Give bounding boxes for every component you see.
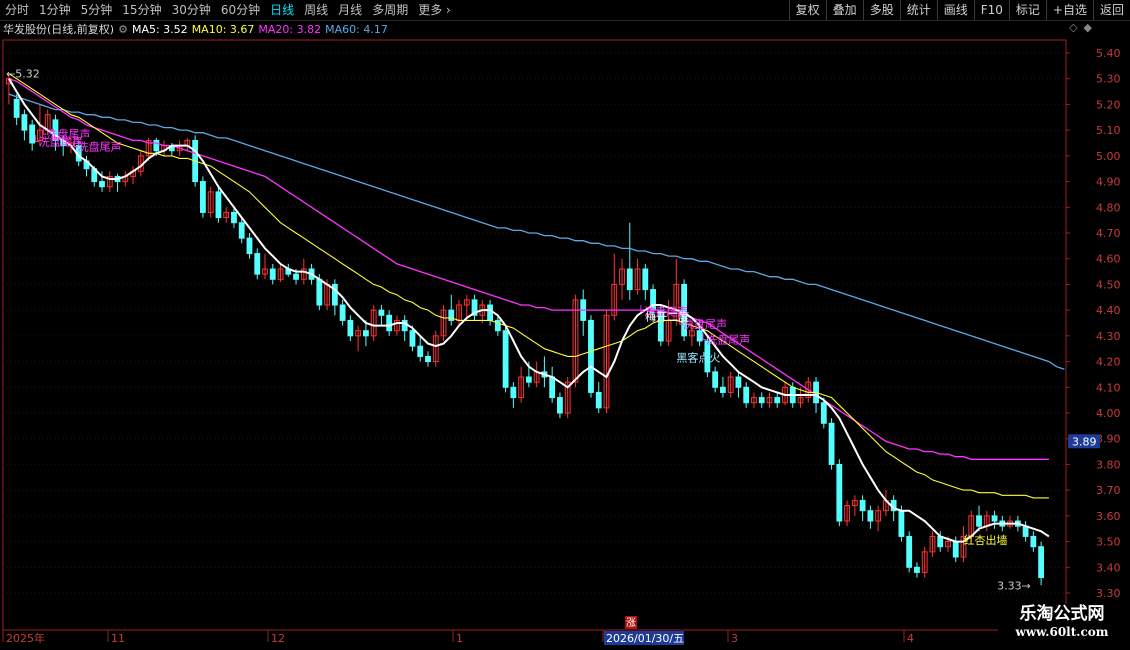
candle-down xyxy=(758,397,765,404)
y-tick-label: 4.10 xyxy=(1096,381,1121,394)
y-tick-label: 4.60 xyxy=(1096,253,1121,266)
marker-label: 涨 xyxy=(626,617,636,629)
candle-down xyxy=(820,402,827,424)
candle-down xyxy=(254,253,261,275)
y-tick-label: 3.40 xyxy=(1096,561,1121,574)
candle-down xyxy=(976,515,982,527)
candle-down xyxy=(642,268,649,291)
candle-down xyxy=(595,391,602,409)
candle-down xyxy=(588,319,594,393)
candle-down xyxy=(378,309,385,316)
x-tick-label: 1 xyxy=(456,632,463,645)
candle-down xyxy=(743,386,750,404)
candle-down xyxy=(991,515,998,522)
candle-down xyxy=(487,304,493,321)
candle-down xyxy=(952,541,959,558)
x-tick-label: 11 xyxy=(111,632,125,645)
candle-down xyxy=(836,463,843,522)
watermark: 乐淘公式网 www.60lt.com xyxy=(998,604,1126,642)
watermark-url: www.60lt.com xyxy=(1015,625,1109,639)
candle-down xyxy=(828,422,835,465)
x-tick-label: 2026/01/30/五 xyxy=(606,632,684,645)
candle-down xyxy=(898,510,905,537)
low-label: 3.33→ xyxy=(997,579,1031,592)
candle-down xyxy=(859,499,866,512)
x-tick-label: 4 xyxy=(907,632,914,645)
y-tick-label: 5.00 xyxy=(1096,150,1121,163)
candle-down xyxy=(1030,535,1037,548)
kline-chart[interactable]: 5.40 5.30 5.20 5.10 5.00 4.90 4.80 4.70 4.60 4.50… xyxy=(0,0,1130,650)
y-tick-label: 4.00 xyxy=(1096,407,1121,420)
y-tick-label: 3.50 xyxy=(1096,536,1121,549)
candle-down xyxy=(362,330,369,337)
candle-down xyxy=(316,278,323,306)
candle-down xyxy=(525,376,532,383)
x-tick-label: 3 xyxy=(731,632,738,645)
candle-down xyxy=(347,319,354,337)
candle-down xyxy=(549,376,556,399)
y-tick-label: 3.80 xyxy=(1096,458,1121,471)
candle-down xyxy=(99,181,105,188)
candle-down xyxy=(339,304,346,321)
signal-annotation: 梅开二度 xyxy=(645,309,689,323)
watermark-title: 乐淘公式网 xyxy=(1019,604,1105,624)
candle-down xyxy=(712,371,719,388)
signal-annotation: 红杏出墙 xyxy=(964,533,1008,547)
candle-down xyxy=(293,273,299,280)
y-tick-label: 4.50 xyxy=(1096,278,1121,291)
candle-down xyxy=(13,98,20,118)
x-tick-label: 12 xyxy=(271,632,285,645)
ma10-line xyxy=(8,73,1049,499)
y-tick-label: 4.30 xyxy=(1096,330,1121,343)
y-tick-label: 3.30 xyxy=(1096,587,1121,600)
candle-down xyxy=(409,330,416,347)
candle-down xyxy=(215,191,222,219)
high-label: ←5.32 xyxy=(6,68,40,81)
y-tick-label: 4.90 xyxy=(1096,176,1121,189)
candle-down xyxy=(914,566,920,573)
ma60-line xyxy=(8,93,1065,370)
candle-down xyxy=(626,268,633,291)
y-tick-label: 4.80 xyxy=(1096,201,1121,214)
candle-down xyxy=(557,397,563,414)
signal-annotation: └洗盘尾声 xyxy=(71,140,122,154)
x-tick-label: 2025年 xyxy=(6,631,45,645)
candle-down xyxy=(510,386,517,399)
candle-down xyxy=(401,319,408,332)
candle-down xyxy=(1038,546,1045,579)
y-tick-label: 5.10 xyxy=(1096,124,1121,137)
ma20-line xyxy=(8,78,1049,460)
y-tick-label: 5.30 xyxy=(1096,73,1121,86)
candle-down xyxy=(425,355,431,363)
y-tick-label: 4.20 xyxy=(1096,356,1121,369)
candle-down xyxy=(153,139,160,152)
signal-annotation: └洗盘尾声 xyxy=(700,333,751,347)
candle-down xyxy=(200,181,206,213)
candle-down xyxy=(417,345,424,357)
candle-down xyxy=(246,237,253,255)
y-tick-label: 4.70 xyxy=(1096,227,1121,240)
candle-down xyxy=(21,114,28,131)
candle-down xyxy=(502,330,509,388)
y-tick-label: 4.40 xyxy=(1096,304,1121,317)
current-price-label: 3.89 xyxy=(1072,435,1097,448)
y-tick-label: 5.40 xyxy=(1096,47,1121,60)
candle-down xyxy=(720,386,726,393)
candle-down xyxy=(269,268,276,280)
candle-down xyxy=(906,535,913,568)
y-tick-label: 5.20 xyxy=(1096,98,1121,111)
candle-down xyxy=(386,314,393,332)
signal-annotation: 黑客点火 xyxy=(676,351,720,365)
candle-down xyxy=(238,222,245,239)
candle-down xyxy=(774,397,781,404)
y-tick-label: 3.60 xyxy=(1096,510,1121,523)
candle-down xyxy=(231,211,237,224)
candle-down xyxy=(735,376,742,388)
y-tick-label: 3.70 xyxy=(1096,484,1121,497)
candle-down xyxy=(867,510,874,522)
